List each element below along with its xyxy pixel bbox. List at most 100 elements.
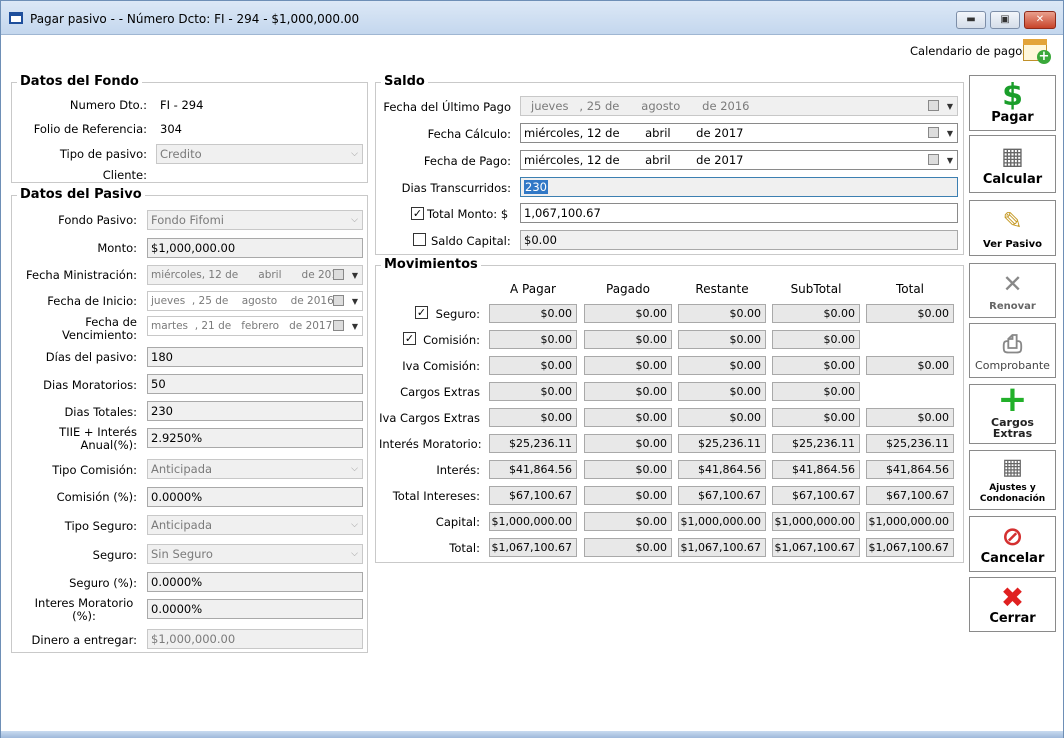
col-header: SubTotal: [790, 282, 842, 296]
cancelar-button[interactable]: ⊘ Cancelar: [969, 516, 1056, 572]
chevron-down-icon: ▼: [946, 102, 953, 111]
tipo-seguro-select[interactable]: Anticipada ⌵: [147, 515, 363, 535]
mov-cell: $41,864.56: [772, 460, 860, 479]
comision-field[interactable]: 0.0000%: [147, 487, 363, 507]
mov-row-label: Capital:: [435, 515, 480, 529]
total-monto-label: Total Monto: $: [427, 207, 509, 221]
pago-date[interactable]: miércoles, 12 de abril de 2017 ▼: [520, 150, 958, 170]
dias-totales-field[interactable]: 230: [147, 401, 363, 421]
cliente-label: Cliente:: [102, 168, 147, 182]
fondo-pasivo-select[interactable]: Fondo Fifomi ⌵: [147, 210, 363, 230]
mov-cell: $0.00: [678, 356, 766, 375]
mov-cell: $1,067,100.67: [772, 538, 860, 557]
cargos-extras-button[interactable]: + Cargos Extras: [969, 382, 1056, 444]
tipo-pasivo-label: Tipo de pasivo:: [59, 147, 147, 161]
comprobante-button[interactable]: ⎙ Comprobante: [969, 323, 1056, 378]
dias-pasivo-field[interactable]: 180: [147, 347, 363, 367]
dias-transcurridos-label: Dias Transcurridos:: [401, 181, 511, 195]
saldo-title: Saldo: [381, 74, 428, 89]
tools-icon: ✕: [1002, 270, 1023, 298]
mov-cell: $0.00: [866, 356, 954, 375]
dinero-label: Dinero a entregar:: [31, 633, 137, 647]
movimientos-title: Movimientos: [381, 257, 481, 272]
col-header: Pagado: [606, 282, 650, 296]
mov-cell: $0.00: [584, 460, 672, 479]
ultimo-pago-date[interactable]: jueves , 25 de agosto de 2016 ▼: [520, 96, 958, 116]
ministracion-label: Fecha Ministración:: [26, 268, 137, 282]
mov-cell: $0.00: [584, 382, 672, 401]
calendar-icon: [928, 100, 939, 111]
total-monto-checkbox[interactable]: ✓: [411, 207, 424, 220]
inicio-date[interactable]: jueves , 25 de agosto de 2016 ▼: [147, 291, 363, 311]
chevron-down-icon: ▼: [946, 156, 953, 165]
ver-pasivo-button[interactable]: ✎ Ver Pasivo: [969, 200, 1056, 256]
tipo-comision-select[interactable]: Anticipada ⌵: [147, 459, 363, 479]
chevron-down-icon: ⌵: [351, 520, 358, 530]
saldo-capital-checkbox[interactable]: [413, 233, 426, 246]
tiie-label: TIIE + Interés Anual(%):: [59, 425, 137, 452]
calendar-label[interactable]: Calendario de pagos: [910, 44, 1028, 58]
cerrar-button[interactable]: ✖ Cerrar: [969, 577, 1056, 632]
vencimiento-label: Fecha de Vencimiento:: [61, 315, 137, 342]
chevron-down-icon: ▼: [351, 297, 358, 306]
chevron-down-icon: ⌵: [351, 149, 358, 159]
ajustes-button[interactable]: ▦ Ajustes y Condonación: [969, 450, 1056, 510]
mov-cell: $67,100.67: [866, 486, 954, 505]
dias-transcurridos-field[interactable]: 230: [520, 177, 958, 197]
mov-cell: $25,236.11: [866, 434, 954, 453]
mov-cell: $1,000,000.00: [489, 512, 577, 531]
mov-row-label: Interés:: [436, 463, 480, 477]
mov-cell: $0.00: [584, 304, 672, 323]
pagar-button[interactable]: $ Pagar: [969, 75, 1056, 131]
mov-cell: $0.00: [772, 330, 860, 349]
title-bar: Pagar pasivo - - Número Dcto: FI - 294 -…: [1, 1, 1063, 35]
mov-row-label: Interés Moratorio:: [379, 437, 482, 451]
seguro-select[interactable]: Sin Seguro ⌵: [147, 544, 363, 564]
window-title: Pagar pasivo - - Número Dcto: FI - 294 -…: [30, 12, 360, 26]
close-window-button[interactable]: ✕: [1024, 11, 1056, 29]
total-monto-field[interactable]: 1,067,100.67: [520, 203, 958, 223]
calculo-date[interactable]: miércoles, 12 de abril de 2017 ▼: [520, 123, 958, 143]
mov-cell: $25,236.11: [772, 434, 860, 453]
dias-moratorios-field[interactable]: 50: [147, 374, 363, 394]
mov-cell: $0.00: [772, 356, 860, 375]
mov-cell: $1,000,000.00: [866, 512, 954, 531]
mov-cell: $0.00: [489, 382, 577, 401]
ministracion-date[interactable]: miércoles, 12 de abril de 2017 ▼: [147, 265, 363, 285]
int-mor-label: Interes Moratorio (%):: [34, 596, 134, 623]
mov-cell: $0.00: [772, 304, 860, 323]
int-mor-field[interactable]: 0.0000%: [147, 599, 363, 619]
calculator-icon: ▦: [1001, 142, 1024, 170]
mov-cell: $1,000,000.00: [772, 512, 860, 531]
tiie-field[interactable]: 2.9250%: [147, 428, 363, 448]
calcular-button[interactable]: ▦ Calcular: [969, 135, 1056, 193]
mov-cell: $0.00: [678, 304, 766, 323]
comision-label: Comisión (%):: [56, 490, 137, 504]
renovar-button[interactable]: ✕ Renovar: [969, 263, 1056, 318]
mov-row-label: Iva Cargos Extras: [379, 411, 480, 425]
calculo-label: Fecha Cálculo:: [427, 127, 511, 141]
dinero-field[interactable]: $1,000,000.00: [147, 629, 363, 649]
mov-cell: $0.00: [489, 408, 577, 427]
vencimiento-date[interactable]: martes , 21 de febrero de 2017 ▼: [147, 316, 363, 336]
dias-totales-label: Dias Totales:: [64, 405, 137, 419]
mov-cell: $0.00: [772, 408, 860, 427]
chevron-down-icon: ⌵: [351, 464, 358, 474]
mov-row-label: Cargos Extras: [400, 385, 480, 399]
chevron-down-icon: ▼: [351, 322, 358, 331]
mov-cell: $41,864.56: [489, 460, 577, 479]
mov-row-label: Total:: [449, 541, 480, 555]
tipo-pasivo-select[interactable]: Credito ⌵: [156, 144, 363, 164]
calendar-icon[interactable]: +: [1023, 37, 1053, 65]
cancel-icon: ⊘: [1001, 522, 1024, 552]
main-window: Pagar pasivo - - Número Dcto: FI - 294 -…: [0, 0, 1064, 738]
saldo-capital-field[interactable]: $0.00: [520, 230, 958, 250]
seguro-pct-field[interactable]: 0.0000%: [147, 572, 363, 592]
mov-cell: $1,067,100.67: [489, 538, 577, 557]
calculator-icon: ▦: [1002, 455, 1023, 480]
minimize-button[interactable]: ▬: [956, 11, 986, 29]
mov-cell: $0.00: [489, 330, 577, 349]
maximize-button[interactable]: ▣: [990, 11, 1020, 29]
chevron-down-icon: ⌵: [351, 215, 358, 225]
monto-field[interactable]: $1,000,000.00: [147, 238, 363, 258]
